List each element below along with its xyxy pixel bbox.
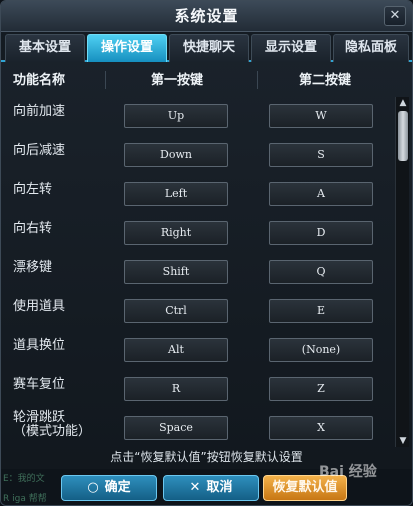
keybinding-row: 道具换位 Alt (None)	[1, 331, 393, 370]
header-divider	[105, 71, 106, 89]
function-label: 轮滑跳跃 （模式功能）	[13, 410, 92, 439]
primary-key-field[interactable]: Left	[124, 182, 228, 206]
function-label: 向右转	[13, 221, 53, 236]
keybinding-row: 向后减速 Down S	[1, 136, 393, 175]
title-bar[interactable]: 系统设置 ✕	[1, 1, 412, 32]
keybinding-list: 向前加速 Up W 向后减速 Down S 向左转 Left A 向右转 Rig…	[1, 97, 393, 449]
secondary-key-field[interactable]: X	[269, 416, 373, 440]
tab-basic-settings[interactable]: 基本设置	[5, 34, 85, 62]
column-headers: 功能名称 第一按键 第二按键	[1, 69, 412, 95]
function-label: 向前加速	[13, 104, 66, 119]
background-chat-line: E：我的文	[3, 474, 45, 484]
window-title: 系统设置	[174, 7, 239, 25]
function-label: 漂移键	[13, 260, 53, 275]
primary-key-field[interactable]: Shift	[124, 260, 228, 284]
function-label: 向左转	[13, 182, 53, 197]
primary-key-field[interactable]: Alt	[124, 338, 228, 362]
keybinding-row: 向左转 Left A	[1, 175, 393, 214]
close-icon: ✕	[389, 8, 401, 23]
secondary-key-field[interactable]: (None)	[269, 338, 373, 362]
header-divider	[257, 71, 258, 89]
keybinding-row: 向右转 Right D	[1, 214, 393, 253]
close-button[interactable]: ✕	[384, 6, 406, 26]
primary-key-field[interactable]: R	[124, 377, 228, 401]
function-label: 使用道具	[13, 299, 66, 314]
keybinding-row: 向前加速 Up W	[1, 97, 393, 136]
cancel-button[interactable]: ✕ 取消	[163, 475, 259, 501]
cancel-label: 取消	[206, 480, 233, 495]
keybinding-row: 漂移键 Shift Q	[1, 253, 393, 292]
function-label: 道具换位	[13, 338, 66, 353]
background-chat-line: R iga 帮帮	[3, 494, 47, 504]
secondary-key-field[interactable]: Z	[269, 377, 373, 401]
vertical-scrollbar[interactable]: ▲ ▼	[395, 97, 409, 447]
x-icon: ✕	[189, 480, 201, 495]
secondary-key-field[interactable]: Q	[269, 260, 373, 284]
header-primary-key: 第一按键	[151, 73, 204, 88]
baidu-watermark: Bai 经验	[319, 464, 377, 480]
secondary-key-field[interactable]: W	[269, 104, 373, 128]
primary-key-field[interactable]: Right	[124, 221, 228, 245]
secondary-key-field[interactable]: D	[269, 221, 373, 245]
settings-window: 系统设置 ✕ 基本设置 操作设置 快捷聊天 显示设置 隐私面板 功能名称 第一按…	[0, 0, 413, 506]
tab-bar: 基本设置 操作设置 快捷聊天 显示设置 隐私面板	[1, 32, 412, 62]
circle-icon: ○	[87, 480, 99, 495]
keybinding-row: 轮滑跳跃 （模式功能） Space X	[1, 409, 393, 448]
primary-key-field[interactable]: Ctrl	[124, 299, 228, 323]
primary-key-field[interactable]: Space	[124, 416, 228, 440]
secondary-key-field[interactable]: S	[269, 143, 373, 167]
function-label: 向后减速	[13, 143, 66, 158]
keybinding-row: 赛车复位 R Z	[1, 370, 393, 409]
tab-quick-chat[interactable]: 快捷聊天	[169, 34, 249, 62]
keybinding-row: 使用道具 Ctrl E	[1, 292, 393, 331]
header-secondary-key: 第二按键	[299, 73, 352, 88]
tab-privacy-panel[interactable]: 隐私面板	[333, 34, 409, 62]
scroll-up-icon[interactable]: ▲	[396, 97, 410, 109]
primary-key-field[interactable]: Up	[124, 104, 228, 128]
function-label: 赛车复位	[13, 377, 66, 392]
confirm-button[interactable]: ○ 确定	[61, 475, 157, 501]
secondary-key-field[interactable]: E	[269, 299, 373, 323]
tab-control-settings[interactable]: 操作设置	[87, 34, 167, 62]
confirm-label: 确定	[104, 480, 131, 495]
secondary-key-field[interactable]: A	[269, 182, 373, 206]
tab-display-settings[interactable]: 显示设置	[251, 34, 331, 62]
primary-key-field[interactable]: Down	[124, 143, 228, 167]
header-function: 功能名称	[13, 73, 66, 88]
scroll-thumb[interactable]	[398, 111, 408, 161]
